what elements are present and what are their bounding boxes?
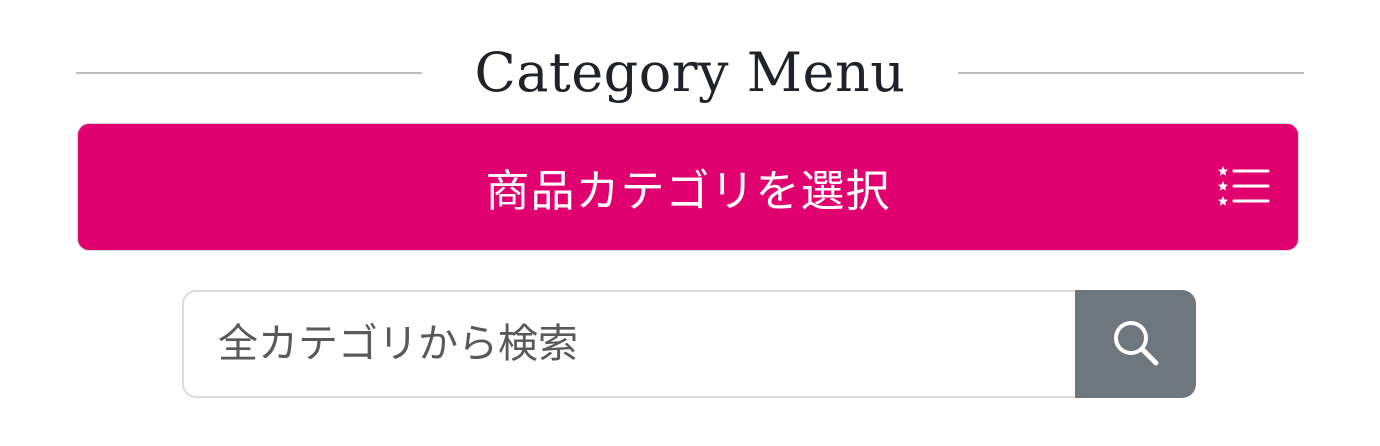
search-input[interactable] xyxy=(182,290,1075,398)
category-search xyxy=(182,290,1196,398)
search-icon xyxy=(1111,318,1161,371)
select-category-button[interactable]: 商品カテゴリを選択 xyxy=(77,123,1299,251)
heading-row: Category Menu xyxy=(76,38,1305,108)
heading-rule-left xyxy=(76,72,423,74)
category-menu-widget: Category Menu 商品カテゴリを選択 xyxy=(0,0,1380,446)
heading-rule-right xyxy=(957,72,1305,74)
page-title: Category Menu xyxy=(474,41,906,104)
star-list-icon xyxy=(1218,166,1270,206)
select-category-label: 商品カテゴリを選択 xyxy=(485,166,891,217)
search-button[interactable] xyxy=(1075,290,1196,398)
